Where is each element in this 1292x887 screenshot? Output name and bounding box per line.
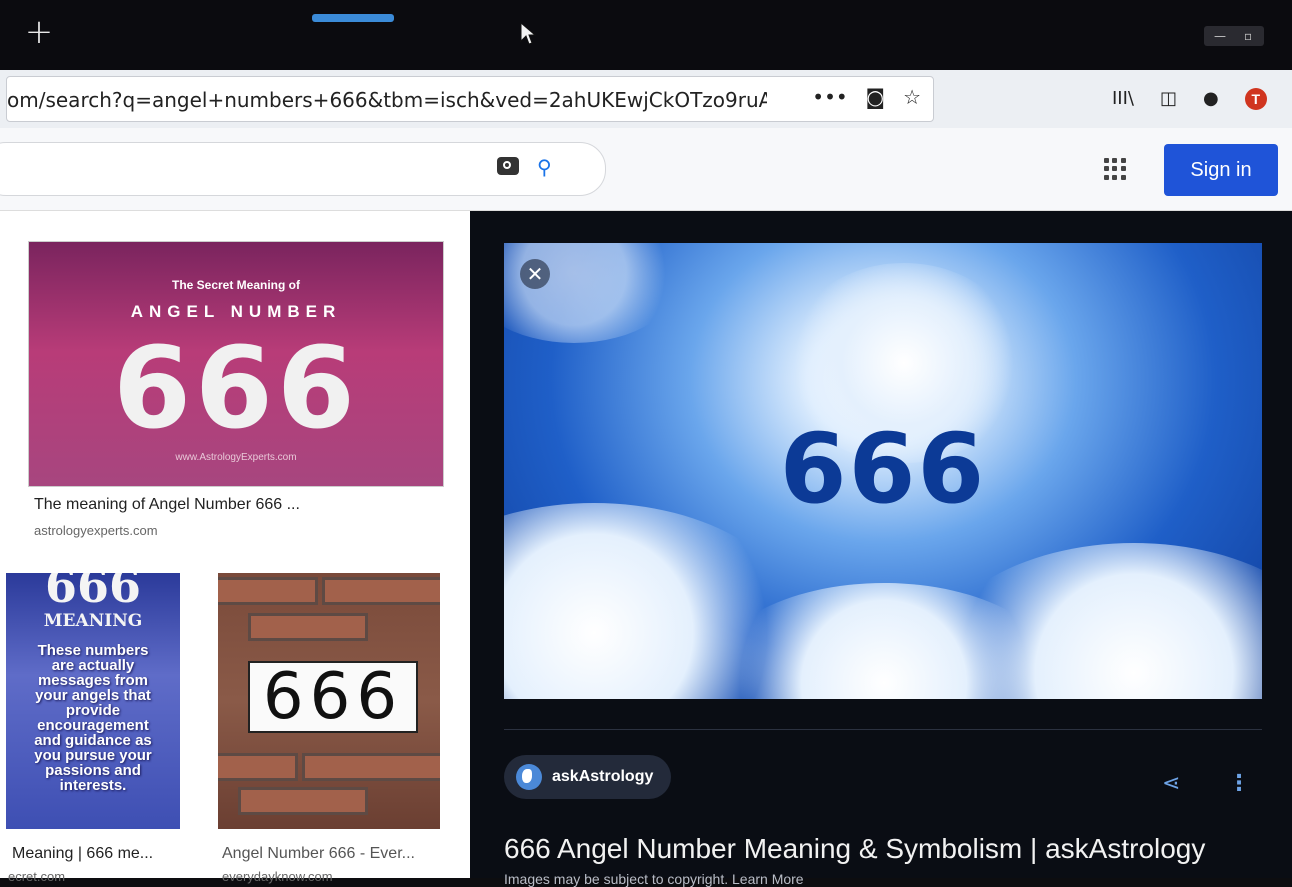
result-image-everydayknow[interactable]: 666 bbox=[218, 573, 440, 829]
camera-search-icon[interactable] bbox=[497, 157, 519, 175]
image-text: MEANING bbox=[43, 611, 143, 631]
result-source[interactable]: astrologyexperts.com bbox=[34, 523, 454, 538]
profile-avatar[interactable]: T bbox=[1244, 88, 1267, 110]
result-title[interactable]: Angel Number 666 - Ever... bbox=[222, 845, 442, 863]
image-text: These numbers are actually messages from… bbox=[34, 642, 152, 794]
image-text: www.AstrologyExperts.com bbox=[175, 452, 297, 463]
address-bar[interactable]: om/search?q=angel+numbers+666&tbm=isch&v… bbox=[6, 76, 934, 122]
image-preview-panel: ✕ 666 askAstrology ⋖ ⋮ 666 Angel Number … bbox=[470, 211, 1292, 887]
active-tab-indicator[interactable] bbox=[312, 14, 394, 22]
mouse-pointer-icon bbox=[520, 22, 536, 45]
image-text: The Secret Meaning of bbox=[171, 278, 301, 292]
image-text: 666 bbox=[248, 661, 418, 733]
page-actions-icon[interactable]: ••• bbox=[812, 85, 847, 109]
results-grid: The Secret Meaning of ANGEL NUMBER 666 w… bbox=[0, 211, 470, 884]
more-options-icon[interactable]: ⋮ bbox=[1228, 771, 1250, 796]
pocket-icon[interactable]: ◙ bbox=[866, 85, 885, 109]
image-text: 666 bbox=[44, 573, 142, 613]
result-source[interactable]: everydayknow.com bbox=[222, 869, 442, 884]
sign-in-button[interactable]: Sign in bbox=[1164, 144, 1278, 196]
url-text[interactable]: om/search?q=angel+numbers+666&tbm=isch&v… bbox=[7, 88, 767, 112]
preview-title[interactable]: 666 Angel Number Meaning & Symbolism | a… bbox=[504, 833, 1205, 865]
tab-bar: + — ▫ bbox=[0, 0, 1292, 70]
minimize-button[interactable]: — bbox=[1214, 29, 1226, 43]
apps-grid-icon[interactable] bbox=[1104, 158, 1126, 180]
copyright-note: Images may be subject to copyright. Lear… bbox=[504, 871, 804, 887]
library-icon[interactable]: III\ bbox=[1112, 88, 1134, 110]
image-text: 666 bbox=[779, 413, 987, 525]
divider bbox=[504, 729, 1262, 730]
search-input[interactable]: ⚲ bbox=[0, 142, 606, 196]
result-title[interactable]: The meaning of Angel Number 666 ... bbox=[34, 496, 454, 514]
google-header: ⚲ Sign in bbox=[0, 128, 1292, 211]
globe-icon bbox=[516, 764, 542, 790]
search-icon[interactable]: ⚲ bbox=[537, 155, 552, 179]
maximize-button[interactable]: ▫ bbox=[1244, 29, 1252, 43]
account-icon[interactable]: ● bbox=[1203, 88, 1219, 110]
navigation-bar: om/search?q=angel+numbers+666&tbm=isch&v… bbox=[0, 70, 1292, 128]
result-image-meaning[interactable]: 666 MEANING These numbers are actually m… bbox=[6, 573, 180, 829]
result-image-astrologyexperts[interactable]: The Secret Meaning of ANGEL NUMBER 666 w… bbox=[28, 241, 444, 487]
source-chip[interactable]: askAstrology bbox=[504, 755, 672, 799]
sidebar-icon[interactable]: ◫ bbox=[1160, 88, 1177, 110]
window-controls: — ▫ bbox=[1204, 26, 1264, 46]
image-text: ANGEL NUMBER bbox=[130, 302, 342, 321]
source-name: askAstrology bbox=[552, 768, 654, 785]
result-title[interactable]: Meaning | 666 me... bbox=[12, 845, 182, 863]
result-source[interactable]: ecret.com bbox=[8, 869, 178, 884]
bookmark-star-icon[interactable]: ☆ bbox=[903, 85, 921, 109]
close-icon[interactable]: ✕ bbox=[520, 259, 550, 289]
new-tab-button[interactable]: + bbox=[24, 14, 54, 50]
image-text: 666 bbox=[113, 324, 359, 454]
preview-image[interactable]: ✕ 666 bbox=[504, 243, 1262, 699]
share-icon[interactable]: ⋖ bbox=[1162, 771, 1180, 796]
